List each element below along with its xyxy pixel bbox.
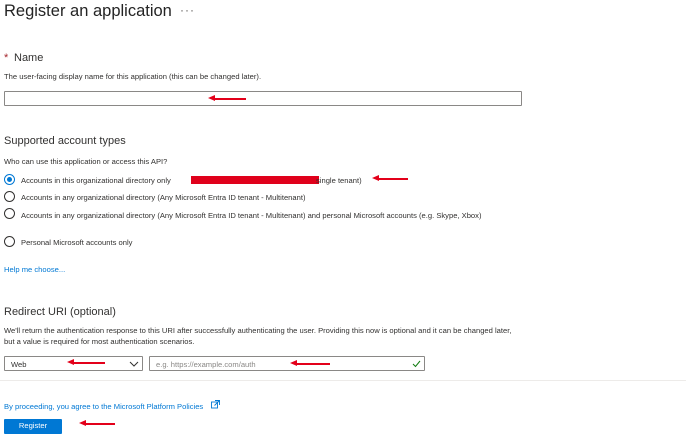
policy-link[interactable]: By proceeding, you agree to the Microsof… <box>4 396 220 411</box>
external-link-icon <box>210 400 220 409</box>
page-title: Register an application <box>4 2 172 20</box>
option-label: Personal Microsoft accounts only <box>21 238 133 247</box>
redirect-uri-input[interactable]: e.g. https://example.com/auth <box>149 356 425 371</box>
option-label-suffix: single tenant) <box>316 176 362 185</box>
account-type-option-multitenant-personal[interactable]: Accounts in any organizational directory… <box>4 208 524 234</box>
checkmark-icon <box>412 360 421 368</box>
redirect-heading: Redirect URI (optional) <box>4 306 116 318</box>
annotation-arrow-register <box>79 420 115 428</box>
account-types-heading: Supported account types <box>4 135 126 147</box>
account-types-question: Who can use this application or access t… <box>4 157 168 166</box>
help-me-choose-link[interactable]: Help me choose... <box>4 265 65 274</box>
name-heading: Name <box>14 52 44 64</box>
register-button[interactable]: Register <box>4 419 62 434</box>
annotation-arrow-name <box>208 95 246 103</box>
required-marker: * <box>4 52 9 64</box>
account-type-option-single-tenant[interactable]: Accounts in this organizational director… <box>4 174 604 188</box>
name-description: The user-facing display name for this ap… <box>4 72 262 81</box>
divider <box>0 380 686 381</box>
radio-button[interactable] <box>4 236 15 247</box>
more-icon[interactable]: ··· <box>180 3 195 17</box>
platform-select-value: Web <box>11 360 27 369</box>
account-type-option-multitenant[interactable]: Accounts in any organizational directory… <box>4 191 604 205</box>
option-label: Accounts in any organizational directory… <box>21 193 306 202</box>
redacted-text <box>191 176 319 184</box>
name-input[interactable] <box>4 91 522 106</box>
option-label: Accounts in any organizational directory… <box>21 211 482 220</box>
annotation-arrow-uri <box>290 360 330 368</box>
radio-button[interactable] <box>4 191 15 202</box>
redirect-description: We'll return the authentication response… <box>4 326 512 346</box>
radio-button[interactable] <box>4 208 15 219</box>
radio-button-selected[interactable] <box>4 174 15 185</box>
account-type-option-personal[interactable]: Personal Microsoft accounts only <box>4 236 604 250</box>
chevron-down-icon <box>129 361 139 367</box>
policy-link-text: By proceeding, you agree to the Microsof… <box>4 402 204 411</box>
annotation-arrow-account-type <box>372 175 408 183</box>
annotation-arrow-platform <box>67 359 105 367</box>
redirect-uri-placeholder: e.g. https://example.com/auth <box>156 360 256 369</box>
option-label-prefix: Accounts in this organizational director… <box>21 176 171 185</box>
